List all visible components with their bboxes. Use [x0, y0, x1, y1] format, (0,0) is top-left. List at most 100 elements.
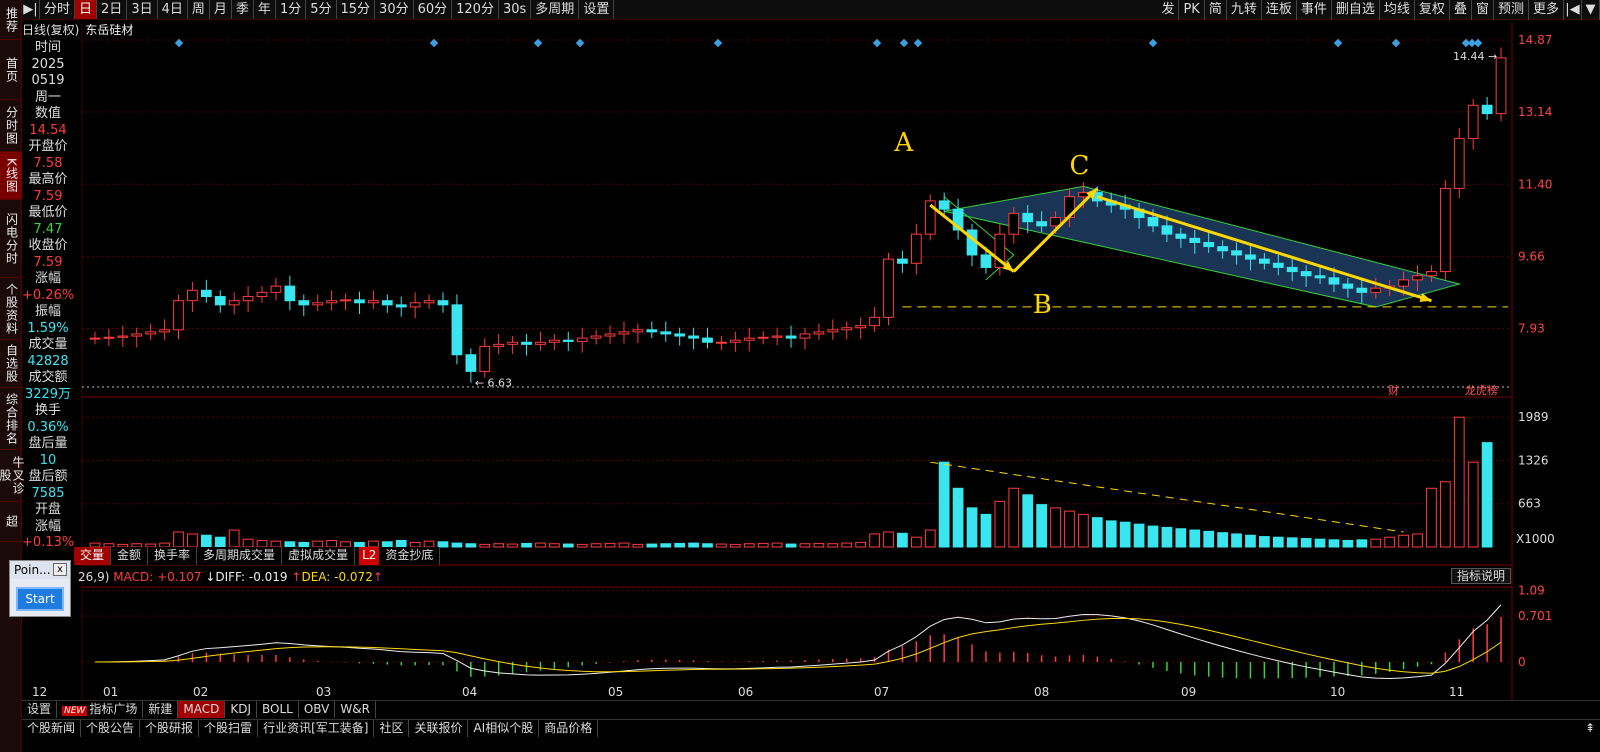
- indicator-tab-6[interactable]: OBV: [299, 701, 336, 718]
- vol-tick-2: 663: [1518, 497, 1541, 511]
- scroll-top-icon[interactable]: ⇞: [1580, 720, 1600, 737]
- volume-bar: [660, 543, 672, 548]
- candle: [423, 300, 435, 304]
- candle: [159, 329, 170, 333]
- candle: [660, 331, 672, 335]
- volume-bar: [1175, 528, 1187, 548]
- info-tab-1[interactable]: 个股公告: [81, 720, 141, 737]
- month-label-8: 08: [1034, 685, 1049, 699]
- candle: [1286, 266, 1298, 273]
- app-window: { "nav": ["推荐","首页","分时图","K线图","闪电分时","…: [0, 0, 1600, 752]
- indicator-tab-label: 指标广场: [89, 702, 138, 716]
- candle: [1022, 212, 1034, 223]
- volume-bar: [521, 542, 532, 548]
- indicator-tab-4[interactable]: KDJ: [225, 701, 258, 718]
- price-tick-4: 7.93: [1518, 322, 1545, 336]
- volume-bar: [1050, 507, 1061, 548]
- low-price-label: ← 6.63: [475, 377, 512, 390]
- candle: [214, 296, 226, 306]
- volume-bar: [994, 500, 1006, 548]
- candle: [381, 300, 393, 306]
- candle: [437, 300, 449, 306]
- candle: [771, 335, 783, 338]
- volume-bar: [242, 538, 254, 548]
- volume-tab-6[interactable]: 资金抄底: [379, 547, 441, 565]
- volume-bar: [674, 542, 686, 548]
- volume-tab-1[interactable]: 金额: [111, 547, 149, 565]
- candle: [1370, 287, 1382, 293]
- candle: [883, 258, 894, 318]
- volume-bar: [869, 533, 880, 548]
- label-c: C: [1069, 151, 1089, 181]
- info-tab-6[interactable]: 关联报价: [409, 720, 469, 737]
- volume-tab-0[interactable]: 交量: [74, 547, 112, 565]
- candle: [507, 341, 518, 345]
- candle: [1147, 217, 1159, 227]
- candle: [576, 337, 588, 342]
- indicator-tab-label: MACD: [183, 702, 220, 716]
- candle: [1328, 277, 1340, 285]
- volume-bar: [757, 542, 769, 548]
- volume-bar: [228, 529, 240, 548]
- candle: [131, 333, 143, 337]
- month-label-4: 04: [462, 685, 477, 699]
- macd-tick-2: 0: [1518, 655, 1526, 669]
- volume-bar: [1370, 538, 1382, 548]
- volume-bar: [938, 461, 950, 548]
- info-tabs: 个股新闻 个股公告 个股研报 个股扫雷 行业资讯[军工装备] 社区 关联报价 AI相似个股 商品…: [22, 719, 1600, 737]
- volume-bar: [1008, 487, 1020, 548]
- candle: [785, 335, 797, 339]
- volume-tab-3[interactable]: 多周期成交量: [197, 547, 283, 565]
- candle: [1231, 250, 1242, 256]
- candle: [409, 302, 421, 308]
- info-tab-5[interactable]: 社区: [374, 720, 410, 737]
- event-marker: [1473, 38, 1483, 48]
- indicator-tab-1[interactable]: NEW 指标广场: [57, 701, 144, 718]
- candle: [354, 299, 365, 304]
- volume-bar: [1091, 517, 1103, 548]
- volume-bar: [535, 542, 546, 548]
- volume-tab-5[interactable]: L2: [359, 547, 380, 565]
- month-label-11: 11: [1449, 685, 1464, 699]
- info-tab-4[interactable]: 行业资讯[军工装备]: [258, 720, 375, 737]
- volume-bar: [1147, 525, 1159, 548]
- volume-bar: [493, 543, 505, 548]
- volume-bar: [1259, 536, 1270, 548]
- new-badge: NEW: [62, 706, 88, 716]
- volume-bar: [1328, 539, 1340, 548]
- candle: [1008, 212, 1020, 235]
- volume-bar: [1481, 442, 1493, 548]
- info-tab-3[interactable]: 个股扫雷: [199, 720, 259, 737]
- indicator-tab-3[interactable]: MACD: [178, 701, 226, 718]
- indicator-tab-label: W&R: [340, 702, 370, 716]
- indicator-help-button[interactable]: 指标说明: [1451, 568, 1511, 584]
- indicator-tab-label: OBV: [303, 702, 330, 716]
- candle: [200, 289, 212, 298]
- price-tick-3: 9.66: [1518, 250, 1545, 264]
- volume-bar: [966, 507, 978, 548]
- indicator-tab-5[interactable]: BOLL: [257, 701, 299, 718]
- volume-bar: [1231, 533, 1242, 548]
- volume-bar: [980, 513, 992, 548]
- start-button[interactable]: Start: [16, 587, 64, 611]
- info-tab-0[interactable]: 个股新闻: [22, 720, 82, 737]
- indicator-tab-0[interactable]: 设置: [22, 701, 58, 718]
- info-tab-2[interactable]: 个股研报: [140, 720, 200, 737]
- info-tab-7[interactable]: AI相似个股: [468, 720, 540, 737]
- macd-value: MACD: +0.107: [113, 570, 202, 584]
- indicator-tab-2[interactable]: 新建: [143, 701, 179, 718]
- candle: [855, 325, 867, 329]
- indicator-toolbar: 设置 NEW 指标广场 新建 MACD KDJ BOLL OBV W&R: [22, 700, 1600, 718]
- close-icon[interactable]: x: [53, 563, 67, 576]
- candle: [562, 339, 574, 342]
- volume-bar: [1398, 534, 1409, 548]
- volume-bar: [910, 536, 922, 548]
- vol-tick-0: 1989: [1518, 410, 1549, 424]
- indicator-tab-7[interactable]: W&R: [335, 701, 376, 718]
- volume-tab-4[interactable]: 虚拟成交量: [282, 547, 356, 565]
- candle: [1412, 275, 1423, 281]
- volume-bar: [549, 543, 560, 548]
- candle: [340, 299, 351, 302]
- volume-tab-2[interactable]: 换手率: [148, 547, 198, 565]
- info-tab-8[interactable]: 商品价格: [539, 720, 599, 737]
